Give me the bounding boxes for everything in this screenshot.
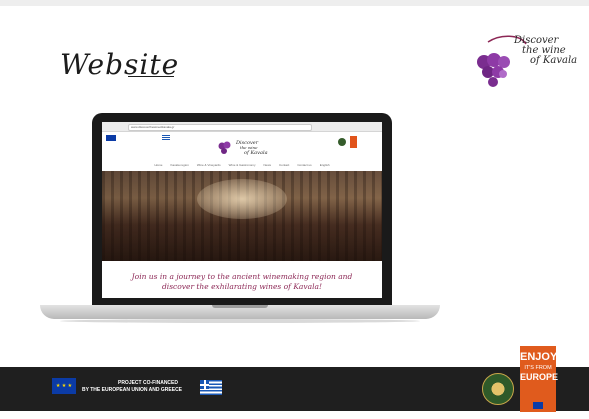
laptop-bezel: www.discoverthewineofkavala.gr Discover … — [92, 113, 392, 305]
title-underline — [128, 76, 174, 77]
nav-item-news[interactable]: News — [263, 163, 271, 168]
hero-light — [197, 179, 287, 219]
nav-item-wine-vineyards[interactable]: Wine & Vineyards — [197, 163, 221, 168]
laptop-notch — [212, 305, 268, 308]
hero-image-wine-cellar — [102, 171, 382, 261]
laptop-mockup: www.discoverthewineofkavala.gr Discover … — [40, 113, 440, 333]
tagline-line2: discover the exhilarating wines of Kaval… — [162, 282, 322, 291]
pdo-seal-icon — [338, 138, 346, 146]
greek-flag-icon — [200, 380, 222, 395]
browser-toolbar: www.discoverthewineofkavala.gr — [102, 122, 382, 132]
nav-item-contact-us[interactable]: Contact us — [297, 163, 311, 168]
eu-mini-flag-icon — [533, 402, 543, 409]
browser-url-bar[interactable]: www.discoverthewineofkavala.gr — [128, 124, 312, 131]
greek-flag-icon — [162, 135, 170, 141]
pdo-seal-icon — [482, 373, 514, 405]
nav-item-contact[interactable]: Contact — [279, 163, 289, 168]
site-logo[interactable]: Discover the wine of Kavala — [214, 136, 270, 158]
svg-text:of Kavala: of Kavala — [244, 150, 268, 156]
enjoy-mid-text: IT'S FROM — [524, 365, 552, 371]
laptop-screen: www.discoverthewineofkavala.gr Discover … — [102, 122, 382, 298]
eu-flag-icon — [106, 135, 116, 141]
slide-page: Website Discover the wine of Kavala www.… — [0, 0, 589, 419]
nav-item-kavala-region[interactable]: Kavala region — [170, 163, 188, 168]
site-tagline: Join us in a journey to the ancient wine… — [112, 272, 372, 292]
brand-line3: of Kavala — [530, 55, 578, 66]
nav-item-wine-gastronomy[interactable]: Wine & Gastronomy — [229, 163, 256, 168]
laptop-shadow — [60, 319, 420, 323]
enjoy-bottom-text: EUROPE — [520, 372, 559, 382]
enjoy-badge-icon — [350, 136, 357, 148]
nav-item-home[interactable]: Home — [154, 163, 162, 168]
enjoy-top-text: ENJOY — [520, 351, 558, 363]
brand-logo: Discover the wine of Kavala — [470, 30, 585, 100]
cofinance-line1: PROJECT CO-FINANCED — [117, 380, 178, 386]
eu-flag-icon: ★ ★ ★ — [52, 378, 76, 394]
site-nav: Home Kavala region Wine & Vineyards Wine… — [132, 163, 352, 168]
cofinance-line2: BY THE EUROPEAN UNION AND GREECE — [82, 387, 183, 393]
top-strip — [0, 0, 589, 6]
tagline-line1: Join us in a journey to the ancient wine… — [131, 272, 353, 281]
nav-item-language[interactable]: English — [320, 163, 330, 168]
cofinance-text: PROJECT CO-FINANCED BY THE EUROPEAN UNIO… — [82, 380, 200, 394]
brand-text: Discover the wine of Kavala — [514, 36, 584, 66]
